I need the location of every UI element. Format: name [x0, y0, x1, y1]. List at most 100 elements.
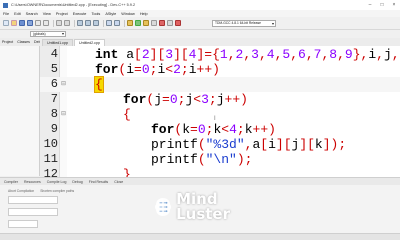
menu-view[interactable]: View: [43, 12, 51, 16]
window-title: C:\Users\OWNER\Documents\Untitled2.cpp -…: [11, 3, 136, 7]
code-line: 7 for(j=0;j<3;j++): [40, 92, 400, 107]
menu-project[interactable]: Project: [56, 12, 68, 16]
print-icon[interactable]: [43, 20, 49, 26]
code-text: {: [94, 76, 104, 93]
menu-edit[interactable]: Edit: [14, 12, 21, 16]
code-line: 4 int a[2][3][4]={1,2,3,4,5,6,7,8,9},i,j…: [40, 47, 400, 62]
run-icon[interactable]: [135, 20, 141, 26]
code-text: {: [123, 107, 131, 122]
code-text: int a[2][3][4]={1,2,3,4,5,6,7,8,9},i,j,k…: [95, 47, 400, 62]
fold-toggle-icon[interactable]: ⊟: [60, 107, 67, 122]
code-line: 9 for(k=0;k<4;k++): [40, 122, 400, 137]
code-text: for(j=0;j<3;j++): [123, 92, 248, 107]
toolbar-separator: [124, 19, 125, 27]
menu-file[interactable]: File: [3, 12, 9, 16]
tab-debug-bottom[interactable]: Debug: [72, 180, 82, 184]
mindluster-watermark: Mind Luster: [154, 188, 230, 226]
compile-run-icon[interactable]: [143, 20, 149, 26]
watermark-line2: Luster: [176, 205, 230, 223]
compiler-select[interactable]: TDM-GCC 4.8.1 64-bit Release: [212, 20, 276, 27]
code-line: 8 ⊟ {: [40, 107, 400, 122]
abort-compilation-button[interactable]: Abort Compilation: [8, 189, 34, 193]
window-controls: – □ ×: [364, 0, 400, 10]
new-file-icon[interactable]: [3, 20, 9, 26]
redo-icon[interactable]: [64, 20, 70, 26]
bottom-field: [8, 208, 58, 216]
line-number: 7: [50, 92, 58, 106]
bottom-field: [8, 196, 58, 204]
close-file-icon[interactable]: [35, 20, 41, 26]
menu-bar: File Edit Search View Project Execute To…: [0, 10, 400, 17]
file-tabs: Untitled1.cpp Untitled2.cpp: [40, 38, 400, 46]
menu-astyle[interactable]: AStyle: [105, 12, 116, 16]
code-text: }: [123, 167, 131, 177]
code-text: for(k=0;k<4;k++): [151, 122, 276, 137]
close-icon[interactable]: ×: [388, 0, 400, 10]
menu-window[interactable]: Window: [121, 12, 135, 16]
toolbar-separator: [53, 19, 54, 27]
project-icon[interactable]: [106, 20, 112, 26]
debug-icon[interactable]: [159, 20, 165, 26]
mouse-cursor-icon: I: [214, 116, 216, 122]
save-icon[interactable]: [19, 20, 25, 26]
toolbar-globals-row: (globals): [0, 30, 400, 38]
line-number: 10: [43, 137, 58, 151]
bottom-toolbar: Abort Compilation Shorten compiler paths: [8, 188, 80, 194]
save-all-icon[interactable]: [27, 20, 33, 26]
class-browser-icon[interactable]: [114, 20, 120, 26]
code-line: 12 }: [40, 167, 400, 177]
code-line: 11 printf("\n");: [40, 152, 400, 167]
minimize-icon[interactable]: –: [364, 0, 376, 10]
profile-icon[interactable]: [167, 20, 173, 26]
status-bar: [0, 233, 400, 240]
code-text: printf("\n");: [151, 152, 253, 167]
line-number: 9: [50, 122, 58, 136]
code-text: printf("%3d",a[i][j][k]);: [151, 137, 347, 152]
open-folder-icon[interactable]: [11, 20, 17, 26]
menu-search[interactable]: Search: [26, 12, 38, 16]
compile-icon[interactable]: [127, 20, 133, 26]
code-editor[interactable]: 4 int a[2][3][4]={1,2,3,4,5,6,7,8,9},i,j…: [40, 46, 400, 177]
undo-icon[interactable]: [56, 20, 62, 26]
brain-logo-icon: [155, 197, 172, 217]
tab-compile-log[interactable]: Compile Log: [47, 180, 67, 184]
file-tab-untitled2[interactable]: Untitled2.cpp: [73, 39, 105, 46]
file-tab-untitled1[interactable]: Untitled1.cpp: [42, 39, 73, 46]
find-icon[interactable]: [77, 20, 83, 26]
toolbar-separator: [103, 19, 104, 27]
tab-compiler[interactable]: Compiler: [4, 180, 18, 184]
line-number: 6: [50, 77, 58, 91]
tab-find-results[interactable]: Find Results: [89, 180, 108, 184]
menu-help[interactable]: Help: [140, 12, 148, 16]
watermark-text: Mind Luster: [176, 192, 230, 222]
tab-close[interactable]: Close: [114, 180, 123, 184]
line-number: 12: [43, 167, 58, 177]
line-number: 5: [50, 62, 58, 76]
stop-icon[interactable]: [175, 20, 181, 26]
menu-execute[interactable]: Execute: [73, 12, 87, 16]
line-number: 8: [50, 107, 58, 121]
menu-tools[interactable]: Tools: [91, 12, 100, 16]
code-line-current: 6 ⊟ {: [40, 76, 400, 93]
tab-resources[interactable]: Resources: [24, 180, 41, 184]
code-line: 5 for(i=0;i<2;i++): [40, 62, 400, 77]
shorten-paths-checkbox[interactable]: Shorten compiler paths: [40, 189, 74, 193]
rebuild-icon[interactable]: [151, 20, 157, 26]
replace-icon[interactable]: [85, 20, 91, 26]
fold-toggle-icon[interactable]: ⊟: [60, 77, 67, 92]
maximize-icon[interactable]: □: [376, 0, 388, 10]
goto-line-icon[interactable]: [93, 20, 99, 26]
left-panel: [0, 46, 40, 176]
code-line: 10 printf("%3d",a[i][j][k]);: [40, 137, 400, 152]
toolbar-separator: [74, 19, 75, 27]
title-bar: C:\Users\OWNER\Documents\Untitled2.cpp -…: [0, 0, 400, 10]
left-panel-tabs: Project Classes Debug: [0, 38, 45, 46]
tab-classes[interactable]: Classes: [17, 40, 30, 44]
bottom-panel-tabs: Compiler Resources Compile Log Debug Fin…: [0, 177, 400, 185]
bottom-field: [8, 220, 38, 228]
code-text: for(i=0;i<2;i++): [95, 62, 220, 77]
toolbar: [0, 17, 400, 30]
tab-project[interactable]: Project: [2, 40, 13, 44]
globals-select[interactable]: (globals): [30, 31, 66, 37]
line-number: 11: [43, 152, 58, 166]
